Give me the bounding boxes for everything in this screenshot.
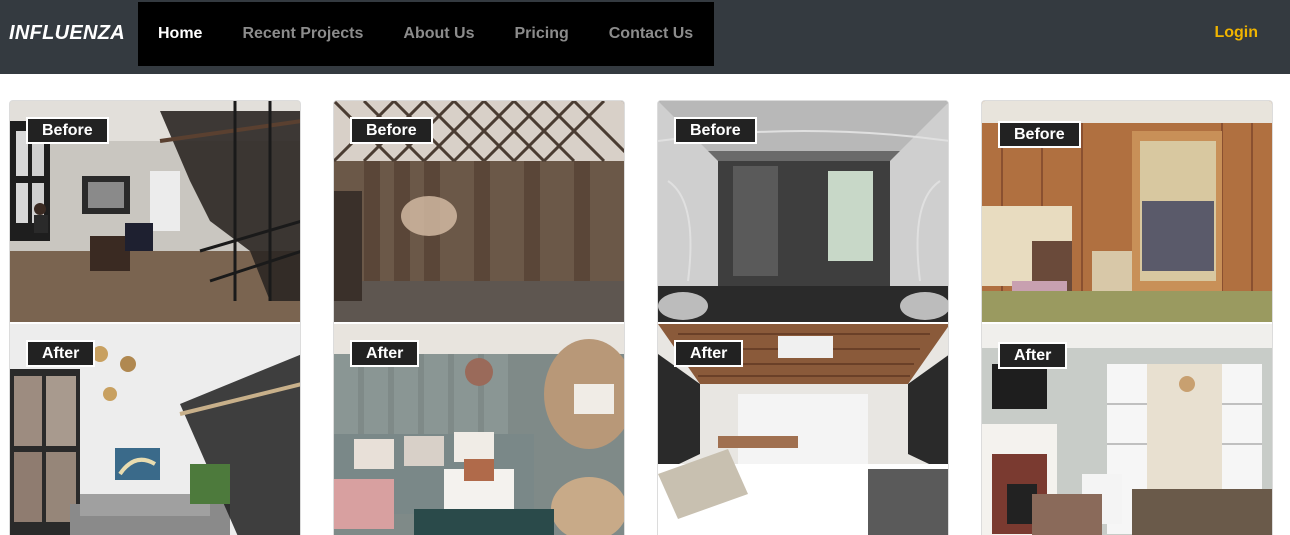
top-navbar: INFLUENZA Home Recent Projects About Us … bbox=[0, 0, 1290, 74]
before-photo-loft[interactable]: Before bbox=[10, 101, 300, 322]
after-tag: After bbox=[998, 342, 1068, 369]
after-tag: After bbox=[26, 340, 96, 367]
before-tag: Before bbox=[674, 117, 757, 144]
nav-item-contact-us[interactable]: Contact Us bbox=[609, 25, 693, 43]
before-photo-van[interactable]: Before bbox=[658, 101, 948, 322]
login-link[interactable]: Login bbox=[1214, 24, 1258, 42]
brand-logo[interactable]: INFLUENZA bbox=[9, 22, 125, 45]
nav-item-about-us[interactable]: About Us bbox=[403, 25, 474, 43]
main-nav-menu: Home Recent Projects About Us Pricing Co… bbox=[138, 2, 714, 66]
after-photo-balcony[interactable]: After bbox=[334, 324, 624, 535]
after-tag: After bbox=[350, 340, 420, 367]
after-photo-loft[interactable]: After bbox=[10, 324, 300, 535]
nav-item-home[interactable]: Home bbox=[158, 25, 202, 43]
project-card-loft[interactable]: Before After bbox=[9, 100, 301, 535]
before-photo-room[interactable]: Before bbox=[982, 101, 1272, 322]
projects-gallery: Before After Before After Before After B… bbox=[0, 100, 1290, 535]
project-card-room[interactable]: Before After bbox=[981, 100, 1273, 535]
nav-item-pricing[interactable]: Pricing bbox=[515, 25, 569, 43]
before-photo-balcony[interactable]: Before bbox=[334, 101, 624, 322]
nav-item-recent-projects[interactable]: Recent Projects bbox=[242, 25, 363, 43]
project-card-van[interactable]: Before After bbox=[657, 100, 949, 535]
project-card-balcony[interactable]: Before After bbox=[333, 100, 625, 535]
after-photo-room[interactable]: After bbox=[982, 324, 1272, 535]
before-tag: Before bbox=[350, 117, 433, 144]
before-tag: Before bbox=[998, 121, 1081, 148]
after-tag: After bbox=[674, 340, 744, 367]
after-photo-van[interactable]: After bbox=[658, 324, 948, 535]
before-tag: Before bbox=[26, 117, 109, 144]
